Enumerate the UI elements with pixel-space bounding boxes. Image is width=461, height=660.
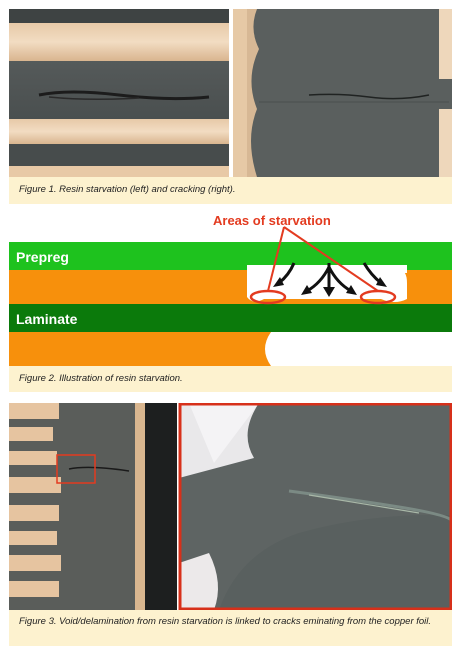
figure-3-micrographs: [9, 403, 452, 610]
micrograph-cracking: [233, 9, 452, 177]
callout-areas-of-starvation: Areas of starvation: [213, 213, 331, 228]
figure-2-illustration: [9, 226, 452, 366]
micrograph-resin-starvation: [9, 9, 229, 177]
layer-label-prepreg: Prepreg: [16, 249, 69, 265]
figure-3-caption: Figure 3. Void/delamination from resin s…: [9, 610, 452, 646]
figure-1-micrographs: [9, 9, 452, 177]
micrograph-zoom: [178, 403, 452, 610]
figure-2-caption: Figure 2. Illustration of resin starvati…: [9, 366, 452, 392]
layer-label-laminate: Laminate: [16, 311, 78, 327]
figure-1-caption: Figure 1. Resin starvation (left) and cr…: [9, 177, 452, 204]
micrograph-delamination: [9, 403, 177, 610]
